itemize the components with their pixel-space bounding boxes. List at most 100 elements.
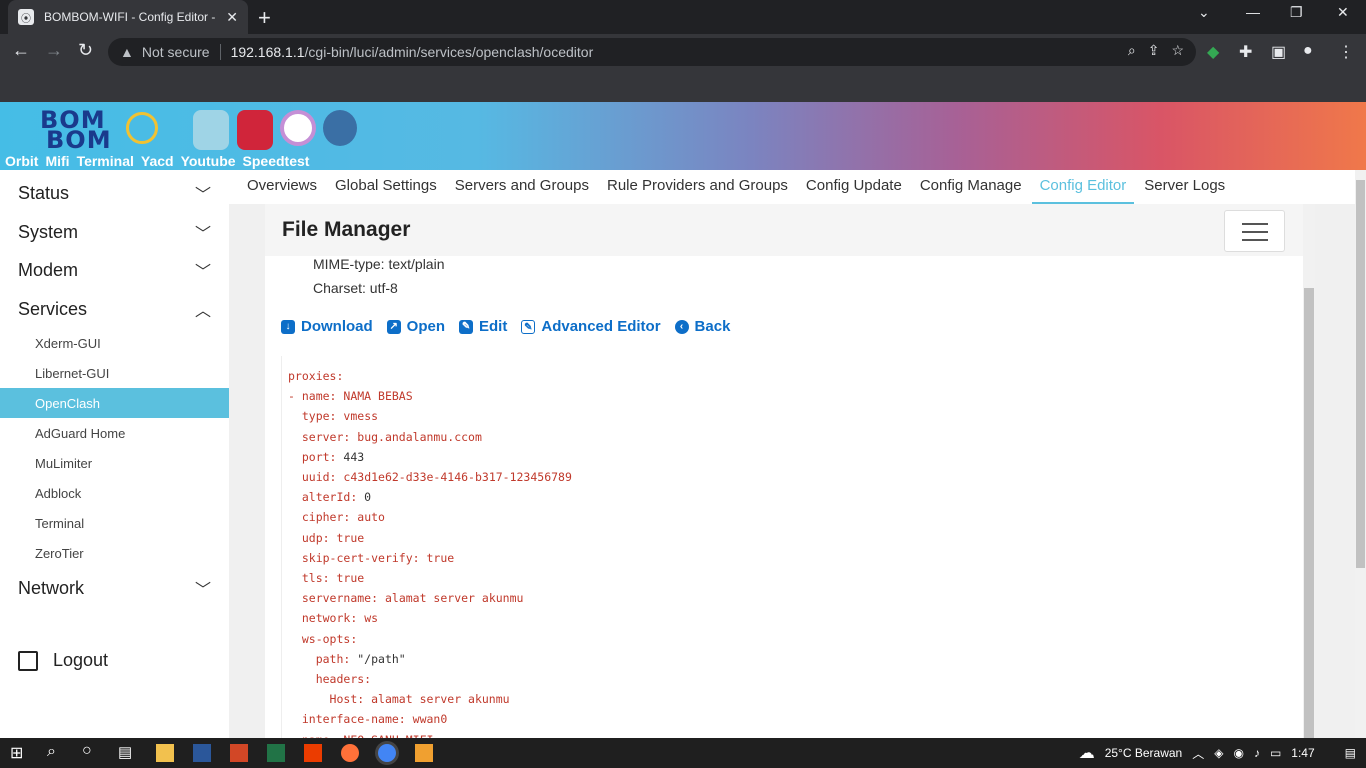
menu-toggle-button[interactable] <box>1224 210 1285 252</box>
main-content: Overviews Global Settings Servers and Gr… <box>229 170 1355 738</box>
file-manager-panel: File Manager MIME-type: text/plain Chars… <box>265 204 1303 738</box>
nav-youtube[interactable]: Youtube <box>181 153 236 169</box>
back-button[interactable]: ‹ Back <box>674 318 730 335</box>
tab-config-editor[interactable]: Config Editor <box>1031 170 1135 204</box>
browser-tab-title: BOMBOM-WIFI - Config Editor - <box>44 10 216 24</box>
tab-server-logs[interactable]: Server Logs <box>1136 170 1233 204</box>
reload-icon[interactable]: ↻ <box>78 40 93 61</box>
tab-rule-providers[interactable]: Rule Providers and Groups <box>599 170 796 204</box>
sidebar-item-services[interactable]: Services ︿ <box>0 290 229 328</box>
sidebar-subitem-terminal[interactable]: Terminal <box>0 508 229 538</box>
cortana-icon[interactable]: ○ <box>82 742 100 760</box>
url-path[interactable]: /cgi-bin/luci/admin/services/openclash/o… <box>305 44 594 60</box>
tab-servers-and-groups[interactable]: Servers and Groups <box>447 170 597 204</box>
menu-kebab-icon[interactable]: ⋮ <box>1338 42 1354 62</box>
forward-icon[interactable]: → <box>45 40 63 61</box>
zoom-icon[interactable]: ⌕ <box>1128 42 1136 59</box>
bombom-logo[interactable]: BOM BOM <box>40 106 160 154</box>
advanced-editor-button[interactable]: ✎ Advanced Editor <box>521 318 661 335</box>
sidebar-subitem-mulimiter[interactable]: MuLimiter <box>0 448 229 478</box>
page-scroll-thumb[interactable] <box>1356 180 1365 568</box>
tab-global-settings[interactable]: Global Settings <box>327 170 445 204</box>
open-button[interactable]: ↗ Open <box>386 318 445 335</box>
firefox-icon[interactable] <box>341 744 359 762</box>
nav-mifi[interactable]: Mifi <box>45 153 69 169</box>
cat-mascot-icon[interactable] <box>193 110 229 150</box>
file-explorer-icon[interactable] <box>156 744 174 762</box>
panel-scrollbar[interactable] <box>1303 204 1315 738</box>
chevron-up-icon: ︿ <box>194 303 211 320</box>
search-icon[interactable]: ⌕ <box>47 743 65 761</box>
excel-icon[interactable] <box>267 744 285 762</box>
browser-tab[interactable]: ⦿ BOMBOM-WIFI - Config Editor - ✕ <box>8 0 248 34</box>
clock[interactable]: 1:47 <box>1291 746 1314 760</box>
nav-orbit[interactable]: Orbit <box>5 153 38 169</box>
file-content-viewer[interactable]: proxies: - name: NAMA BEBAS type: vmess … <box>281 356 1286 738</box>
volume-icon[interactable]: ♪ <box>1254 746 1260 760</box>
windows-start-icon[interactable]: ⊞ <box>10 743 28 762</box>
battery-icon[interactable]: ▭ <box>1270 746 1281 760</box>
minimize-icon[interactable]: — <box>1246 4 1260 20</box>
powerpoint-icon[interactable] <box>230 744 248 762</box>
chevron-down-icon: ﹀ <box>194 264 211 281</box>
sidebar-subitem-libernet[interactable]: Libernet-GUI <box>0 358 229 388</box>
page-title: File Manager <box>282 218 411 241</box>
download-button[interactable]: ↓ Download <box>281 318 373 335</box>
url-host[interactable]: 192.168.1.1 <box>231 44 305 60</box>
new-tab-icon[interactable]: + <box>258 5 271 31</box>
network-icon[interactable]: ◈ <box>1214 746 1223 760</box>
app-icon[interactable] <box>415 744 433 762</box>
tab-config-manage[interactable]: Config Manage <box>912 170 1030 204</box>
sidebar-subitem-adguard[interactable]: AdGuard Home <box>0 418 229 448</box>
close-tab-icon[interactable]: ✕ <box>226 9 238 26</box>
sidebar-item-label: Status <box>18 182 70 203</box>
omnibox-divider <box>219 44 221 60</box>
edit-icon: ✎ <box>459 319 474 334</box>
nav-yacd[interactable]: Yacd <box>141 153 174 169</box>
tab-search-chevron-icon[interactable]: ⌄ <box>1198 4 1210 21</box>
security-label[interactable]: Not secure <box>142 44 210 60</box>
tray-expand-icon[interactable]: ︿ <box>1192 745 1204 762</box>
address-bar[interactable]: ▲ Not secure 192.168.1.1 /cgi-bin/luci/a… <box>108 38 1196 66</box>
pencil-square-icon: ✎ <box>521 319 536 334</box>
sidebar-subitem-zerotier[interactable]: ZeroTier <box>0 538 229 568</box>
sidebar-subitem-xderm[interactable]: Xderm-GUI <box>0 328 229 358</box>
task-view-icon[interactable]: ▤ <box>118 743 136 761</box>
red-mascot-icon[interactable] <box>237 110 273 150</box>
nav-terminal[interactable]: Terminal <box>77 153 134 169</box>
weather-text[interactable]: 25°C Berawan <box>1105 746 1183 760</box>
wifi-icon[interactable]: ◉ <box>1233 746 1243 760</box>
page-scrollbar[interactable] <box>1355 170 1366 738</box>
sidebar-subitem-openclash[interactable]: OpenClash <box>0 388 229 418</box>
sidebar-item-status[interactable]: Status ﹀ <box>0 174 229 212</box>
warning-icon[interactable]: ▲ <box>120 44 134 60</box>
nav-speedtest[interactable]: Speedtest <box>243 153 310 169</box>
extension-icon[interactable]: ◆ <box>1207 42 1219 62</box>
extensions-puzzle-icon[interactable]: ✚ <box>1239 42 1252 62</box>
panel-header: File Manager <box>265 204 1303 256</box>
side-panel-icon[interactable]: ▣ <box>1271 42 1286 62</box>
office-icon[interactable] <box>304 744 322 762</box>
sidebar: Status ﹀ System ﹀ Modem ﹀ Services ︿ Xde… <box>0 170 229 738</box>
logout-button[interactable]: Logout <box>18 650 108 671</box>
sidebar-subitem-adblock[interactable]: Adblock <box>0 478 229 508</box>
word-icon[interactable] <box>193 744 211 762</box>
gauge-icon[interactable] <box>280 110 316 146</box>
tab-overviews[interactable]: Overviews <box>239 170 325 204</box>
profile-icon[interactable]: ● <box>1303 42 1313 60</box>
back-icon[interactable]: ← <box>12 40 30 61</box>
window-close-icon[interactable]: ✕ <box>1337 4 1349 21</box>
pirate-mascot-icon[interactable] <box>323 110 357 146</box>
chrome-icon[interactable] <box>378 744 396 762</box>
sidebar-item-network[interactable]: Network ﹀ <box>0 569 229 607</box>
sidebar-item-modem[interactable]: Modem ﹀ <box>0 251 229 289</box>
bookmark-star-icon[interactable]: ☆ <box>1171 42 1184 59</box>
cloud-icon: ☁ <box>1078 745 1095 762</box>
restore-icon[interactable]: ❐ <box>1290 4 1303 21</box>
tab-config-update[interactable]: Config Update <box>798 170 910 204</box>
sidebar-item-system[interactable]: System ﹀ <box>0 213 229 251</box>
edit-button[interactable]: ✎ Edit <box>459 318 507 335</box>
panel-scroll-thumb[interactable] <box>1304 288 1314 738</box>
notification-icon[interactable]: ▤ <box>1345 746 1356 760</box>
share-icon[interactable]: ⇪ <box>1148 42 1160 59</box>
